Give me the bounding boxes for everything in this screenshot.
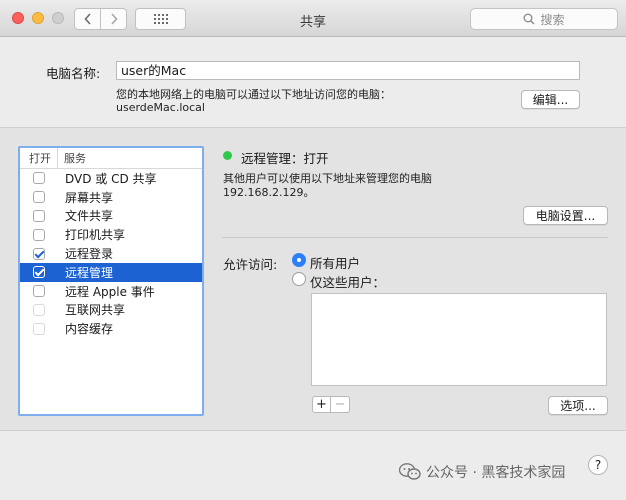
service-row[interactable]: DVD 或 CD 共享 (20, 169, 202, 188)
service-checkbox-cell (20, 228, 58, 241)
watermark-text: 公众号 · 黑客技术家园 (426, 465, 566, 481)
status-indicator-icon (223, 151, 232, 160)
back-button[interactable] (74, 8, 101, 30)
service-checkbox-cell (20, 191, 58, 204)
service-row[interactable]: 内容缓存 (20, 319, 202, 338)
computer-name-label: 电脑名称: (46, 66, 101, 81)
service-name: 互联网共享 (65, 303, 126, 318)
service-row[interactable]: 文件共享 (20, 207, 202, 226)
service-status: 远程管理：打开 (241, 151, 329, 166)
zoom-window-button[interactable] (52, 12, 64, 24)
remove-user-button[interactable]: − (331, 396, 350, 413)
service-name: 远程 Apple 事件 (65, 284, 155, 299)
local-network-info: 您的本地网络上的电脑可以通过以下地址访问您的电脑： (116, 88, 391, 101)
local-address: userdeMac.local (116, 101, 205, 114)
allow-access-label: 允许访问: (223, 257, 278, 272)
service-name: 文件共享 (65, 209, 114, 224)
option-only-these-users-label[interactable]: 仅这些用户： (310, 272, 385, 291)
footer-divider (0, 430, 626, 431)
service-row[interactable]: 打印机共享 (20, 225, 202, 244)
forward-button[interactable] (100, 8, 127, 30)
search-placeholder: 搜索 (540, 12, 565, 27)
show-all-button[interactable] (135, 8, 186, 30)
service-row[interactable]: 互联网共享 (20, 301, 202, 320)
chevron-right-icon (110, 13, 118, 25)
minimize-window-button[interactable] (32, 12, 44, 24)
chevron-left-icon (83, 13, 91, 25)
service-row[interactable]: 远程登录 (20, 244, 202, 263)
service-checkbox-cell (20, 247, 58, 260)
title-bar: 共享 搜索 (0, 0, 626, 37)
service-checkbox-cell (20, 322, 58, 335)
watermark: 公众号 · 黑客技术家园 (399, 462, 565, 482)
service-checkbox-cell (20, 303, 58, 316)
service-checkbox[interactable] (33, 209, 45, 222)
service-row[interactable]: 远程管理 (20, 262, 202, 282)
allowed-users-list[interactable] (311, 293, 607, 386)
service-row[interactable]: 屏幕共享 (20, 188, 202, 207)
option-all-users-label[interactable]: 所有用户 (310, 253, 360, 272)
service-checkbox-cell (20, 209, 58, 222)
help-button[interactable]: ? (588, 455, 608, 475)
search-icon (523, 13, 536, 25)
search-field[interactable]: 搜索 (470, 8, 618, 30)
close-window-button[interactable] (12, 12, 24, 24)
service-checkbox[interactable] (33, 191, 45, 204)
column-header-on: 打开 (20, 148, 58, 168)
service-name: 内容缓存 (65, 322, 114, 337)
service-name: 打印机共享 (65, 228, 126, 243)
service-checkbox-cell (20, 172, 58, 185)
radio-only-these-users[interactable] (292, 272, 306, 286)
service-checkbox[interactable] (33, 266, 45, 279)
service-checkbox[interactable] (33, 247, 45, 260)
services-list[interactable]: 打开 服务 DVD 或 CD 共享 屏幕共享文件共享打印机共享远程登录远程管理远程… (18, 146, 204, 416)
service-name: 屏幕共享 (65, 190, 114, 205)
radio-all-users[interactable] (292, 253, 306, 267)
service-checkbox[interactable] (33, 228, 45, 241)
service-checkbox[interactable] (33, 285, 45, 298)
service-checkbox[interactable] (33, 172, 45, 185)
grid-icon (153, 14, 168, 24)
service-name: 远程管理 (65, 265, 114, 280)
wechat-icon (399, 463, 421, 480)
computer-settings-button[interactable]: 电脑设置... (523, 206, 608, 225)
service-row[interactable]: 远程 Apple 事件 (20, 282, 202, 301)
edit-button[interactable]: 编辑... (521, 90, 580, 109)
service-name: 远程登录 (65, 247, 114, 262)
options-button[interactable]: 选项... (548, 396, 608, 415)
service-checkbox-cell (20, 285, 58, 298)
service-checkbox (33, 322, 45, 335)
detail-divider (222, 237, 608, 238)
computer-name-section (0, 37, 626, 127)
computer-name-input[interactable]: user的Mac (116, 61, 580, 80)
service-name: DVD 或 CD 共享 (65, 171, 157, 186)
column-header-service: 服务 (64, 152, 86, 165)
add-user-button[interactable]: + (312, 396, 331, 413)
service-checkbox-cell (20, 266, 58, 279)
services-list-header: 打开 服务 (20, 148, 202, 169)
service-address: 192.168.2.129。 (223, 186, 315, 199)
service-checkbox (33, 303, 45, 316)
